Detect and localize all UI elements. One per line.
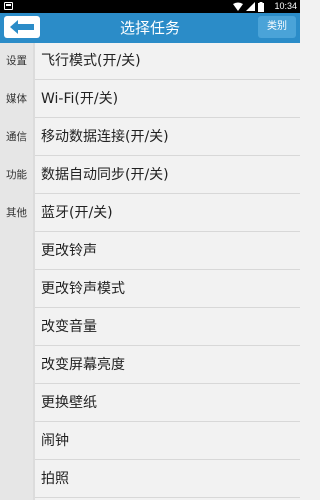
task-label: 飞行模式(开/关) [41, 53, 141, 69]
list-item[interactable]: 更改铃声模式 [35, 271, 300, 308]
list-item[interactable]: 移动数据连接(开/关) [35, 119, 300, 156]
task-label: 数据自动同步(开/关) [41, 167, 169, 183]
back-button[interactable] [4, 16, 40, 38]
list-item[interactable]: 改变屏幕亮度 [35, 347, 300, 384]
list-item[interactable]: 数据自动同步(开/关) [35, 157, 300, 194]
sidebar-item-settings[interactable]: 设置 [0, 51, 33, 71]
task-label: 更改铃声模式 [41, 281, 125, 297]
battery-icon [258, 1, 264, 12]
list-item[interactable]: 更换壁纸 [35, 385, 300, 422]
list-item[interactable]: 改变音量 [35, 309, 300, 346]
list-item[interactable]: Wi-Fi(开/关) [35, 81, 300, 118]
task-label: 改变屏幕亮度 [41, 357, 125, 373]
wifi-icon [233, 2, 243, 11]
notification-icon [4, 2, 13, 10]
task-label: 蓝牙(开/关) [41, 205, 113, 221]
category-button[interactable]: 类别 [258, 16, 296, 38]
list-item[interactable]: 闹钟 [35, 423, 300, 460]
back-arrow-icon [10, 20, 34, 34]
list-item[interactable]: 飞行模式(开/关) [35, 43, 300, 80]
page-title: 选择任务 [119, 19, 180, 37]
category-sidebar: 设置 媒体 通信 功能 其他 [0, 43, 33, 500]
task-label: 改变音量 [41, 319, 97, 335]
task-label: Wi-Fi(开/关) [41, 91, 119, 107]
list-item[interactable]: 拍照 [35, 461, 300, 498]
task-list: 飞行模式(开/关) Wi-Fi(开/关) 移动数据连接(开/关) 数据自动同步(… [35, 43, 300, 500]
task-label: 拍照 [41, 471, 69, 487]
list-item[interactable]: 蓝牙(开/关) [35, 195, 300, 232]
status-time: 10:34 [274, 1, 297, 11]
sidebar-item-communication[interactable]: 通信 [0, 127, 33, 147]
task-label: 更换壁纸 [41, 395, 97, 411]
task-label: 移动数据连接(开/关) [41, 129, 169, 145]
signal-icon [246, 2, 255, 11]
task-label: 更改铃声 [41, 243, 97, 259]
sidebar-item-other[interactable]: 其他 [0, 203, 33, 223]
sidebar-item-media[interactable]: 媒体 [0, 89, 33, 109]
status-bar: 10:34 [0, 0, 300, 13]
app-header: 选择任务 类别 [0, 13, 300, 43]
list-item[interactable]: 更改铃声 [35, 233, 300, 270]
status-icons [233, 1, 264, 12]
task-label: 闹钟 [41, 433, 69, 449]
sidebar-item-features[interactable]: 功能 [0, 165, 33, 185]
